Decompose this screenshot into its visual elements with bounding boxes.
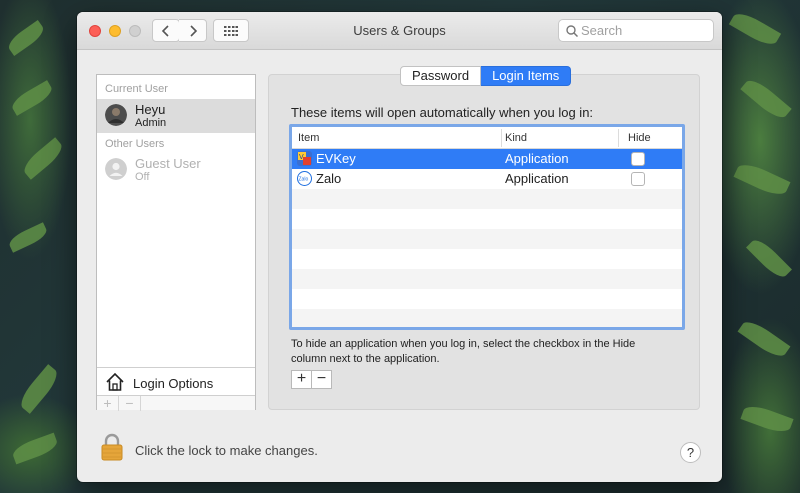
sidebar-item-guest-user[interactable]: Guest User Off bbox=[97, 153, 255, 187]
sidebar-item-current-user[interactable]: Heyu Admin bbox=[97, 99, 255, 133]
empty-row bbox=[292, 249, 682, 269]
tab-password[interactable]: Password bbox=[400, 66, 482, 86]
tab-login-items[interactable]: Login Items bbox=[481, 66, 572, 86]
intro-text: These items will open automatically when… bbox=[291, 105, 594, 120]
help-button[interactable]: ? bbox=[680, 442, 701, 463]
evkey-icon: V bbox=[297, 151, 312, 166]
empty-row bbox=[292, 269, 682, 289]
remove-user-button[interactable]: − bbox=[119, 396, 141, 411]
lock-button[interactable] bbox=[101, 433, 123, 464]
svg-text:Zalo: Zalo bbox=[299, 177, 309, 183]
guest-user-status: Off bbox=[135, 171, 150, 183]
add-login-item-button[interactable]: + bbox=[291, 370, 312, 389]
hide-checkbox[interactable] bbox=[631, 152, 645, 166]
current-user-header: Current User bbox=[105, 83, 168, 95]
empty-row bbox=[292, 309, 682, 327]
search-field[interactable] bbox=[558, 19, 714, 42]
column-divider bbox=[618, 129, 619, 147]
add-user-button[interactable]: + bbox=[97, 396, 119, 411]
column-divider bbox=[501, 129, 502, 147]
search-input[interactable] bbox=[581, 22, 709, 39]
svg-text:V: V bbox=[299, 154, 304, 161]
item-name: Zalo bbox=[316, 171, 342, 186]
title-bar: Users & Groups bbox=[77, 12, 722, 50]
login-items-table[interactable]: Item Kind Hide V EVKey Application Zalo … bbox=[289, 124, 685, 330]
table-header: Item Kind Hide bbox=[292, 127, 682, 149]
login-items-panel: Password Login Items These items will op… bbox=[268, 66, 700, 410]
search-icon bbox=[566, 25, 578, 37]
empty-row bbox=[292, 289, 682, 309]
sidebar-bottom-bar: + − bbox=[97, 395, 255, 411]
user-name: Heyu bbox=[135, 102, 166, 117]
hide-hint-text: To hide an application when you log in, … bbox=[291, 338, 636, 365]
login-options-label: Login Options bbox=[133, 376, 214, 391]
empty-row bbox=[292, 189, 682, 209]
item-kind: Application bbox=[505, 151, 569, 166]
users-sidebar: Current User Heyu Admin Other Users Gues… bbox=[96, 74, 256, 411]
empty-row bbox=[292, 229, 682, 249]
remove-login-item-button[interactable]: − bbox=[311, 370, 332, 389]
guest-avatar-icon bbox=[105, 158, 127, 180]
house-icon bbox=[106, 372, 124, 391]
table-row[interactable]: V EVKey Application bbox=[292, 149, 682, 169]
lock-icon bbox=[101, 433, 123, 461]
empty-row bbox=[292, 209, 682, 229]
column-header-kind[interactable]: Kind bbox=[505, 132, 527, 144]
item-kind: Application bbox=[505, 171, 569, 186]
users-groups-window: Users & Groups Current User Heyu Admin O… bbox=[77, 12, 722, 482]
tab-bar: Password Login Items bbox=[400, 66, 572, 86]
hide-checkbox[interactable] bbox=[631, 172, 645, 186]
other-users-header: Other Users bbox=[105, 138, 165, 150]
table-row[interactable]: Zalo Zalo Application bbox=[292, 169, 682, 189]
lock-text: Click the lock to make changes. bbox=[135, 443, 318, 458]
avatar bbox=[105, 104, 127, 126]
column-header-hide[interactable]: Hide bbox=[628, 132, 651, 144]
user-role: Admin bbox=[135, 117, 167, 129]
guest-user-name: Guest User bbox=[135, 156, 201, 171]
zalo-icon: Zalo bbox=[297, 171, 312, 186]
column-header-item[interactable]: Item bbox=[298, 132, 319, 144]
item-name: EVKey bbox=[316, 151, 356, 166]
login-options-item[interactable]: Login Options bbox=[97, 367, 255, 395]
